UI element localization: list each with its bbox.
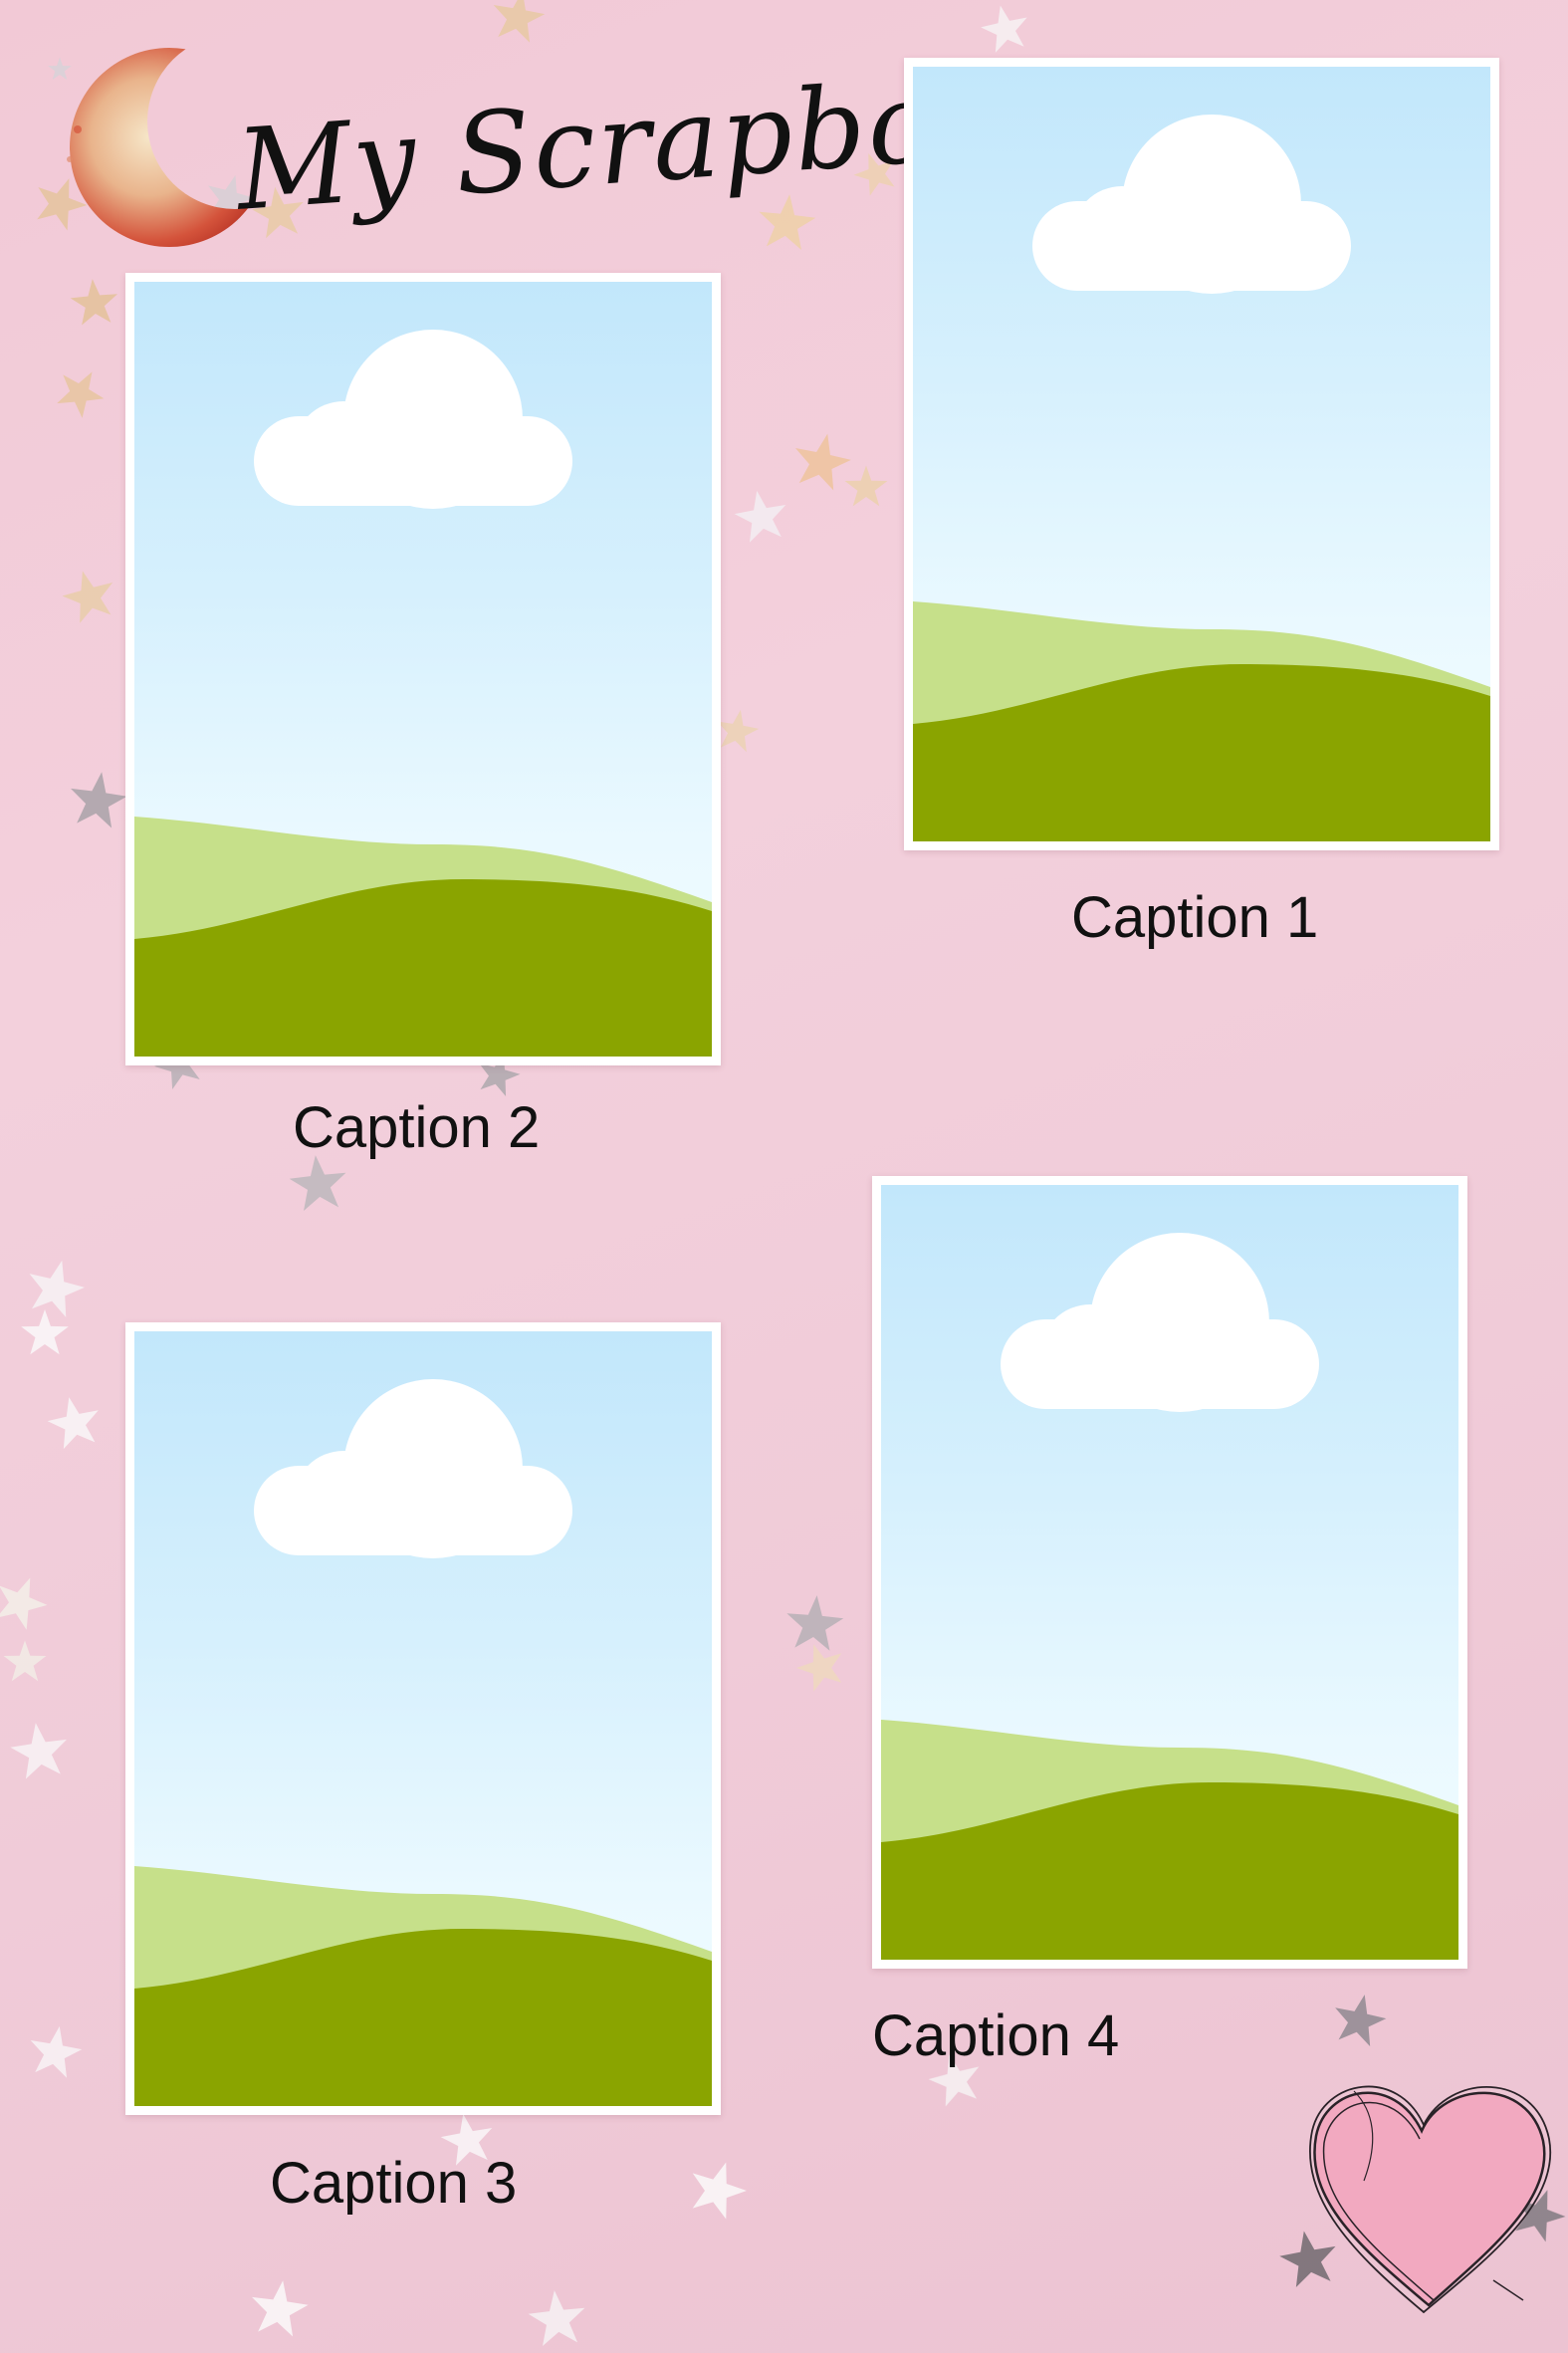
cloud-icon bbox=[254, 1379, 572, 1558]
photo-placeholder bbox=[134, 1331, 712, 2106]
photo-placeholder bbox=[881, 1185, 1458, 1960]
photo-frame[interactable] bbox=[872, 1176, 1467, 1969]
photo-frame[interactable] bbox=[125, 273, 721, 1065]
photo-caption: Caption 2 bbox=[293, 1095, 541, 1160]
photo-caption: Caption 4 bbox=[872, 2003, 1120, 2068]
photo-frame[interactable] bbox=[904, 58, 1499, 850]
photo-caption: Caption 3 bbox=[270, 2151, 518, 2216]
cloud-icon bbox=[1001, 1233, 1319, 1412]
heart-icon bbox=[1309, 2085, 1552, 2314]
photo-caption: Caption 1 bbox=[1071, 885, 1319, 950]
photo-placeholder bbox=[913, 67, 1490, 841]
photo-frame[interactable] bbox=[125, 1322, 721, 2115]
cloud-icon bbox=[1032, 115, 1351, 294]
cloud-icon bbox=[254, 330, 572, 509]
photo-placeholder bbox=[134, 282, 712, 1057]
